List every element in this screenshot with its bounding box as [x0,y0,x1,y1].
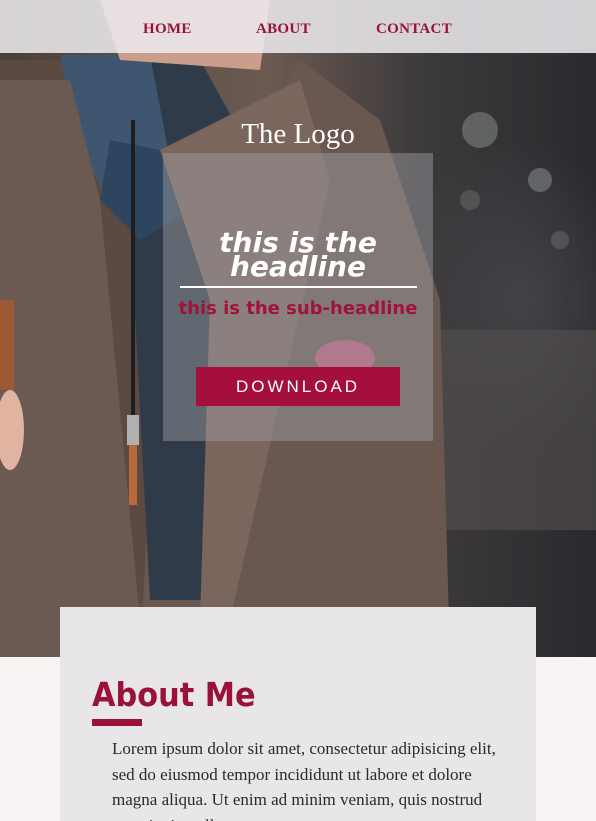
top-nav: HOME ABOUT CONTACT [0,0,596,53]
headline-divider [180,286,417,288]
hero-card: this is the headline this is the sub-hea… [163,153,433,441]
about-body-text: Lorem ipsum dolor sit amet, consectetur … [112,739,496,821]
about-section: About Me Lorem ipsum dolor sit amet, con… [60,607,536,821]
about-heading-underline [92,719,142,726]
site-logo[interactable]: The Logo [0,118,596,151]
hero-subheadline: this is the sub-headline [178,298,418,319]
nav-contact-link[interactable]: CONTACT [376,21,452,38]
page: HOME ABOUT CONTACT The Logo this is the … [0,0,596,821]
about-heading: About Me [92,675,256,714]
nav-about-link[interactable]: ABOUT [256,21,311,38]
download-button[interactable]: DOWNLOAD [196,367,400,406]
hero-headline: this is the headline [219,226,377,283]
nav-home-link[interactable]: HOME [143,21,192,38]
